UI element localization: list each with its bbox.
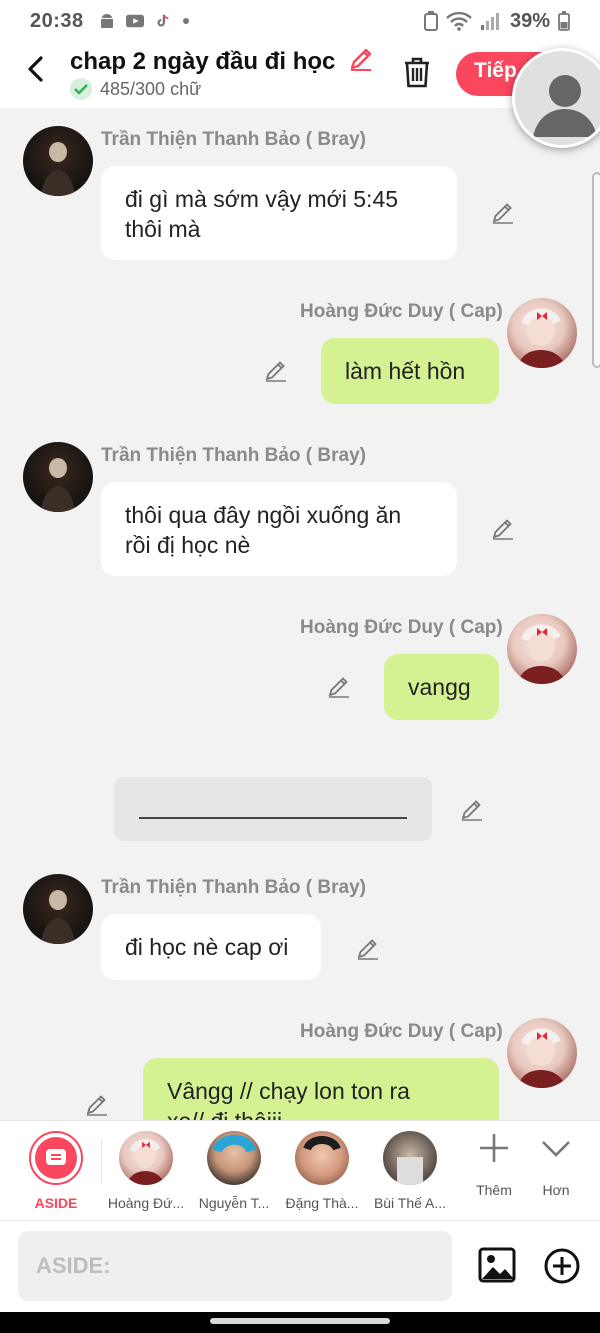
add-character-button[interactable]: Thêm — [464, 1131, 524, 1198]
wifi-icon — [446, 11, 472, 31]
message-line: xe// đi thôiii — [167, 1106, 475, 1120]
sender-name: Hoàng Đức Duy ( Cap) — [300, 617, 503, 638]
scrollbar[interactable] — [592, 172, 600, 368]
avatar — [207, 1131, 261, 1185]
character-label: Bùi Thế A... — [373, 1195, 447, 1211]
more-button[interactable]: Hơn — [526, 1131, 586, 1198]
character-dang[interactable]: Đặng Thà... — [280, 1131, 364, 1211]
message-bubble[interactable]: vangg — [384, 654, 499, 720]
image-icon[interactable] — [478, 1247, 516, 1283]
message-line: thôi qua đây ngồi xuống ăn — [125, 502, 402, 528]
sender-name: Trần Thiện Thanh Bảo ( Bray) — [101, 129, 366, 150]
message-line: rồi đị học nè — [125, 532, 251, 558]
character-hoang-duc-duy[interactable]: Hoàng Đứ... — [104, 1131, 188, 1211]
tiktok-icon — [157, 14, 169, 27]
edit-pencil-icon[interactable] — [491, 200, 515, 224]
edit-pencil-icon[interactable] — [85, 1092, 109, 1116]
edit-pencil-icon[interactable] — [491, 516, 515, 540]
edit-pencil-icon[interactable] — [327, 674, 351, 698]
avatar — [119, 1131, 173, 1185]
message-line: đi học nè cap ơi — [125, 934, 289, 960]
character-nguyen[interactable]: Nguyễn T... — [192, 1131, 276, 1211]
character-label: Đặng Thà... — [285, 1195, 359, 1211]
character-bui[interactable]: Bùi Thế A... — [368, 1131, 452, 1211]
character-label: Nguyễn T... — [198, 1195, 270, 1211]
avatar[interactable] — [23, 126, 93, 196]
character-bar: ASIDE Hoàng Đứ... Nguyễn T... Đặng Thà..… — [0, 1120, 600, 1220]
avatar — [383, 1131, 437, 1185]
message-bubble[interactable]: Vângg // chạy lon ton ra xe// đi thôiii — [143, 1058, 499, 1120]
battery-saver-icon — [423, 11, 438, 31]
chapter-header: chap 2 ngày đầu đi học 485/300 chữ Tiếp — [0, 42, 600, 108]
back-arrow-icon[interactable] — [22, 54, 50, 84]
divider-line — [139, 817, 407, 819]
avatar[interactable] — [23, 442, 93, 512]
message-bubble[interactable]: thôi qua đây ngồi xuống ăn rồi đị học nè — [101, 482, 457, 576]
youtube-icon — [125, 14, 144, 28]
word-count: 485/300 chữ — [70, 78, 201, 100]
edit-pencil-icon[interactable] — [264, 358, 288, 382]
add-label: Thêm — [476, 1182, 512, 1198]
avatar[interactable] — [507, 298, 577, 368]
word-count-text: 485/300 chữ — [100, 78, 202, 99]
status-bar: 20:38 39% — [0, 0, 600, 42]
add-circle-icon[interactable] — [543, 1247, 581, 1285]
chat-area[interactable]: Trần Thiện Thanh Bảo ( Bray) đi gì mà sớ… — [0, 108, 600, 1120]
edit-pencil-icon[interactable] — [356, 936, 380, 960]
battery-percent: 39% — [509, 9, 550, 32]
message-line: vangg — [408, 674, 471, 700]
home-handle[interactable] — [210, 1318, 390, 1324]
message-line: thôi mà — [125, 216, 201, 242]
aside-icon — [29, 1131, 83, 1185]
sender-name: Hoàng Đức Duy ( Cap) — [300, 1021, 503, 1042]
default-user-icon — [533, 75, 597, 137]
more-label: Hơn — [542, 1182, 570, 1198]
input-bar — [0, 1220, 600, 1312]
plus-icon — [480, 1134, 508, 1162]
status-time: 20:38 — [30, 9, 84, 32]
message-line: đi gì mà sớm vậy mới 5:45 — [125, 186, 399, 212]
sender-name: Hoàng Đức Duy ( Cap) — [300, 301, 503, 322]
avatar[interactable] — [507, 614, 577, 684]
edit-title-icon[interactable] — [348, 46, 374, 72]
avatar[interactable] — [23, 874, 93, 944]
character-aside[interactable]: ASIDE — [14, 1131, 98, 1211]
character-label: ASIDE — [34, 1195, 78, 1211]
trash-icon[interactable] — [402, 56, 432, 88]
message-bubble[interactable]: làm hết hồn — [321, 338, 499, 404]
android-icon — [100, 14, 113, 28]
chapter-title[interactable]: chap 2 ngày đầu đi học — [70, 46, 374, 76]
message-bubble[interactable]: đi gì mà sớm vậy mới 5:45 thôi mà — [101, 166, 457, 260]
chevron-down-icon — [542, 1141, 570, 1157]
message-bubble[interactable]: đi học nè cap ơi — [101, 914, 321, 980]
message-line: Vângg // chạy lon ton ra — [167, 1078, 410, 1104]
sender-name: Trần Thiện Thanh Bảo ( Bray) — [101, 877, 366, 898]
check-icon — [70, 78, 92, 100]
character-label: Hoàng Đứ... — [107, 1195, 185, 1211]
message-line: làm hết hồn — [345, 358, 466, 384]
notification-dot-icon — [182, 18, 189, 24]
avatar[interactable] — [507, 1018, 577, 1088]
edit-pencil-icon[interactable] — [460, 797, 484, 821]
message-input[interactable] — [18, 1231, 452, 1301]
battery-icon — [558, 11, 570, 31]
scene-divider[interactable] — [114, 777, 432, 841]
signal-icon — [480, 13, 499, 30]
sender-name: Trần Thiện Thanh Bảo ( Bray) — [101, 445, 366, 466]
navigation-bar — [0, 1312, 600, 1333]
chapter-title-text: chap 2 ngày đầu đi học — [70, 48, 336, 75]
separator — [101, 1139, 102, 1183]
avatar — [295, 1131, 349, 1185]
